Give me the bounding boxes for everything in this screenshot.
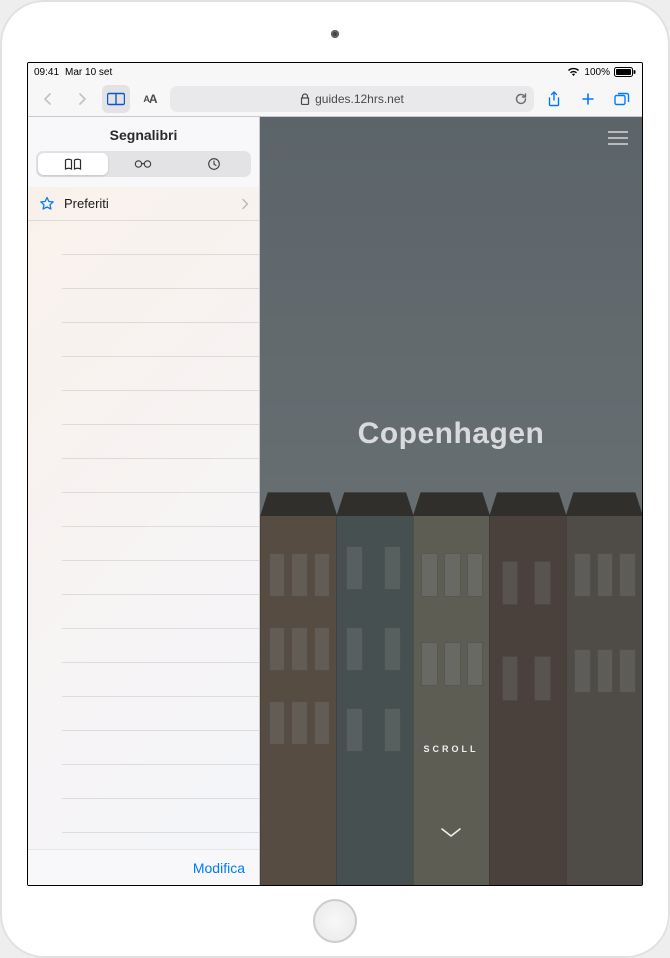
new-tab-button[interactable]	[574, 85, 602, 113]
list-item	[62, 799, 259, 833]
lock-icon	[300, 93, 310, 105]
battery-icon	[614, 67, 636, 77]
home-button[interactable]	[313, 899, 357, 943]
bookmarks-list[interactable]: Preferiti	[28, 187, 259, 849]
tabs-button[interactable]	[608, 85, 636, 113]
glasses-icon	[133, 159, 153, 169]
screen: 09:41 Mar 10 set 100%	[27, 62, 643, 886]
address-bar[interactable]: guides.12hrs.net	[170, 86, 534, 112]
status-date: Mar 10 set	[65, 67, 112, 78]
webpage-content[interactable]: Copenhagen SCROLL	[260, 117, 642, 885]
battery-percent: 100%	[584, 67, 610, 78]
reload-button[interactable]	[514, 92, 528, 106]
list-item	[62, 493, 259, 527]
list-item	[62, 357, 259, 391]
bookmarks-sidebar: Segnalibri	[28, 117, 260, 885]
clock-icon	[207, 157, 221, 171]
share-button[interactable]	[540, 85, 568, 113]
ipad-device-frame: 09:41 Mar 10 set 100%	[0, 0, 670, 958]
list-item	[62, 425, 259, 459]
status-bar: 09:41 Mar 10 set 100%	[28, 63, 642, 81]
safari-toolbar: AA guides.12hrs.net	[28, 81, 642, 117]
edit-button[interactable]: Modifica	[193, 860, 245, 876]
sidebar-segmented-control	[36, 151, 251, 177]
list-item	[62, 255, 259, 289]
address-url: guides.12hrs.net	[315, 92, 404, 106]
segment-history[interactable]	[179, 153, 249, 175]
chevron-down-icon	[440, 827, 462, 839]
list-item	[62, 595, 259, 629]
wifi-icon	[567, 67, 580, 77]
list-item	[62, 323, 259, 357]
forward-button[interactable]	[68, 85, 96, 113]
chevron-right-icon	[241, 198, 249, 210]
list-item	[62, 731, 259, 765]
segment-reading-list[interactable]	[108, 153, 178, 175]
list-item	[62, 221, 259, 255]
star-icon	[36, 196, 58, 212]
back-button[interactable]	[34, 85, 62, 113]
book-icon	[64, 158, 82, 171]
segment-bookmarks[interactable]	[38, 153, 108, 175]
list-item	[62, 663, 259, 697]
list-item	[62, 391, 259, 425]
list-item	[62, 629, 259, 663]
favorites-folder-label: Preferiti	[64, 196, 109, 211]
page-menu-button[interactable]	[608, 131, 628, 145]
reader-text-size-button[interactable]: AA	[136, 85, 164, 113]
bookmarks-sidebar-button[interactable]	[102, 85, 130, 113]
list-item	[62, 289, 259, 323]
front-camera	[331, 30, 339, 38]
sidebar-title: Segnalibri	[28, 117, 259, 151]
list-item	[62, 697, 259, 731]
favorites-folder-row[interactable]: Preferiti	[28, 187, 259, 221]
scroll-label: SCROLL	[260, 744, 642, 754]
sidebar-footer: Modifica	[28, 849, 259, 885]
page-headline: Copenhagen	[260, 417, 642, 451]
list-item	[62, 561, 259, 595]
list-item	[62, 459, 259, 493]
status-time: 09:41	[34, 67, 59, 78]
list-item	[62, 765, 259, 799]
list-item	[62, 527, 259, 561]
